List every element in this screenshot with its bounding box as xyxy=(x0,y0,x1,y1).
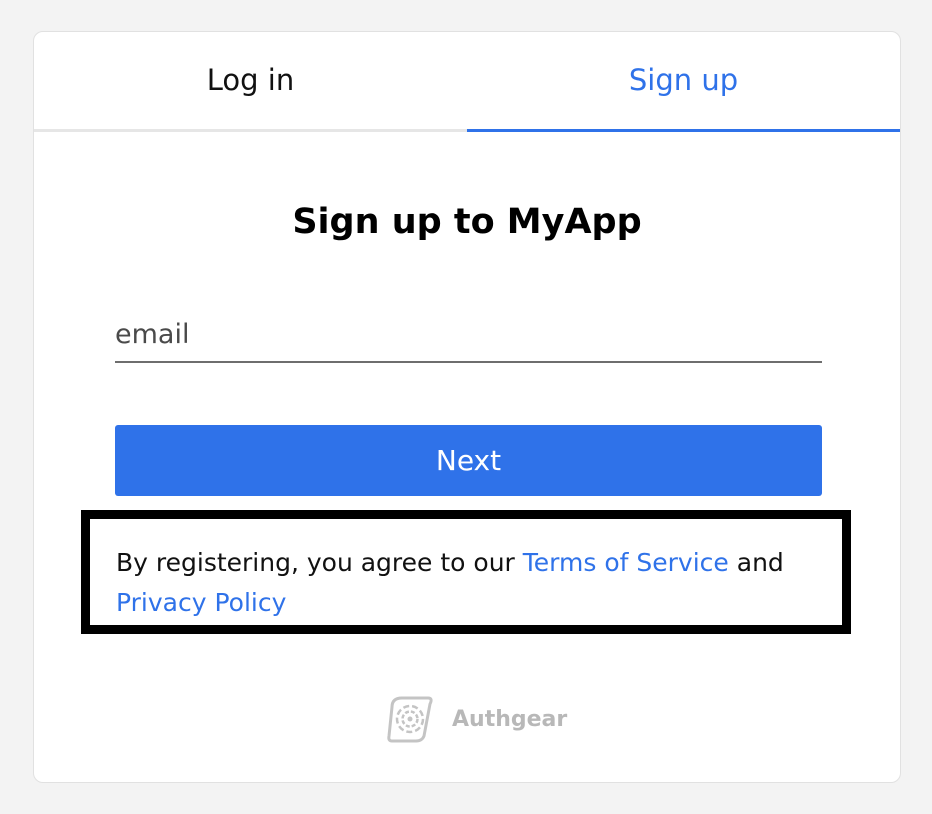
terms-of-service-link[interactable]: Terms of Service xyxy=(523,548,729,577)
terms-middle-text: and xyxy=(728,548,784,577)
tab-login[interactable]: Log in xyxy=(34,32,467,132)
next-button[interactable]: Next xyxy=(115,425,822,496)
page-title: Sign up to MyApp xyxy=(292,202,642,242)
terms-prefix-text: By registering, you agree to our xyxy=(116,548,523,577)
terms-notice: By registering, you agree to our Terms o… xyxy=(81,510,851,634)
authgear-logo-icon xyxy=(387,696,433,743)
brand-name: Authgear xyxy=(452,706,568,732)
signup-card: Log in Sign up Sign up to MyApp Next By … xyxy=(33,31,901,783)
email-field[interactable] xyxy=(115,307,822,361)
email-field-wrapper xyxy=(115,307,822,363)
tab-signup[interactable]: Sign up xyxy=(467,32,900,132)
brand-footer: Authgear xyxy=(384,692,567,746)
privacy-policy-link[interactable]: Privacy Policy xyxy=(116,588,286,617)
auth-tabs: Log in Sign up xyxy=(34,32,900,132)
